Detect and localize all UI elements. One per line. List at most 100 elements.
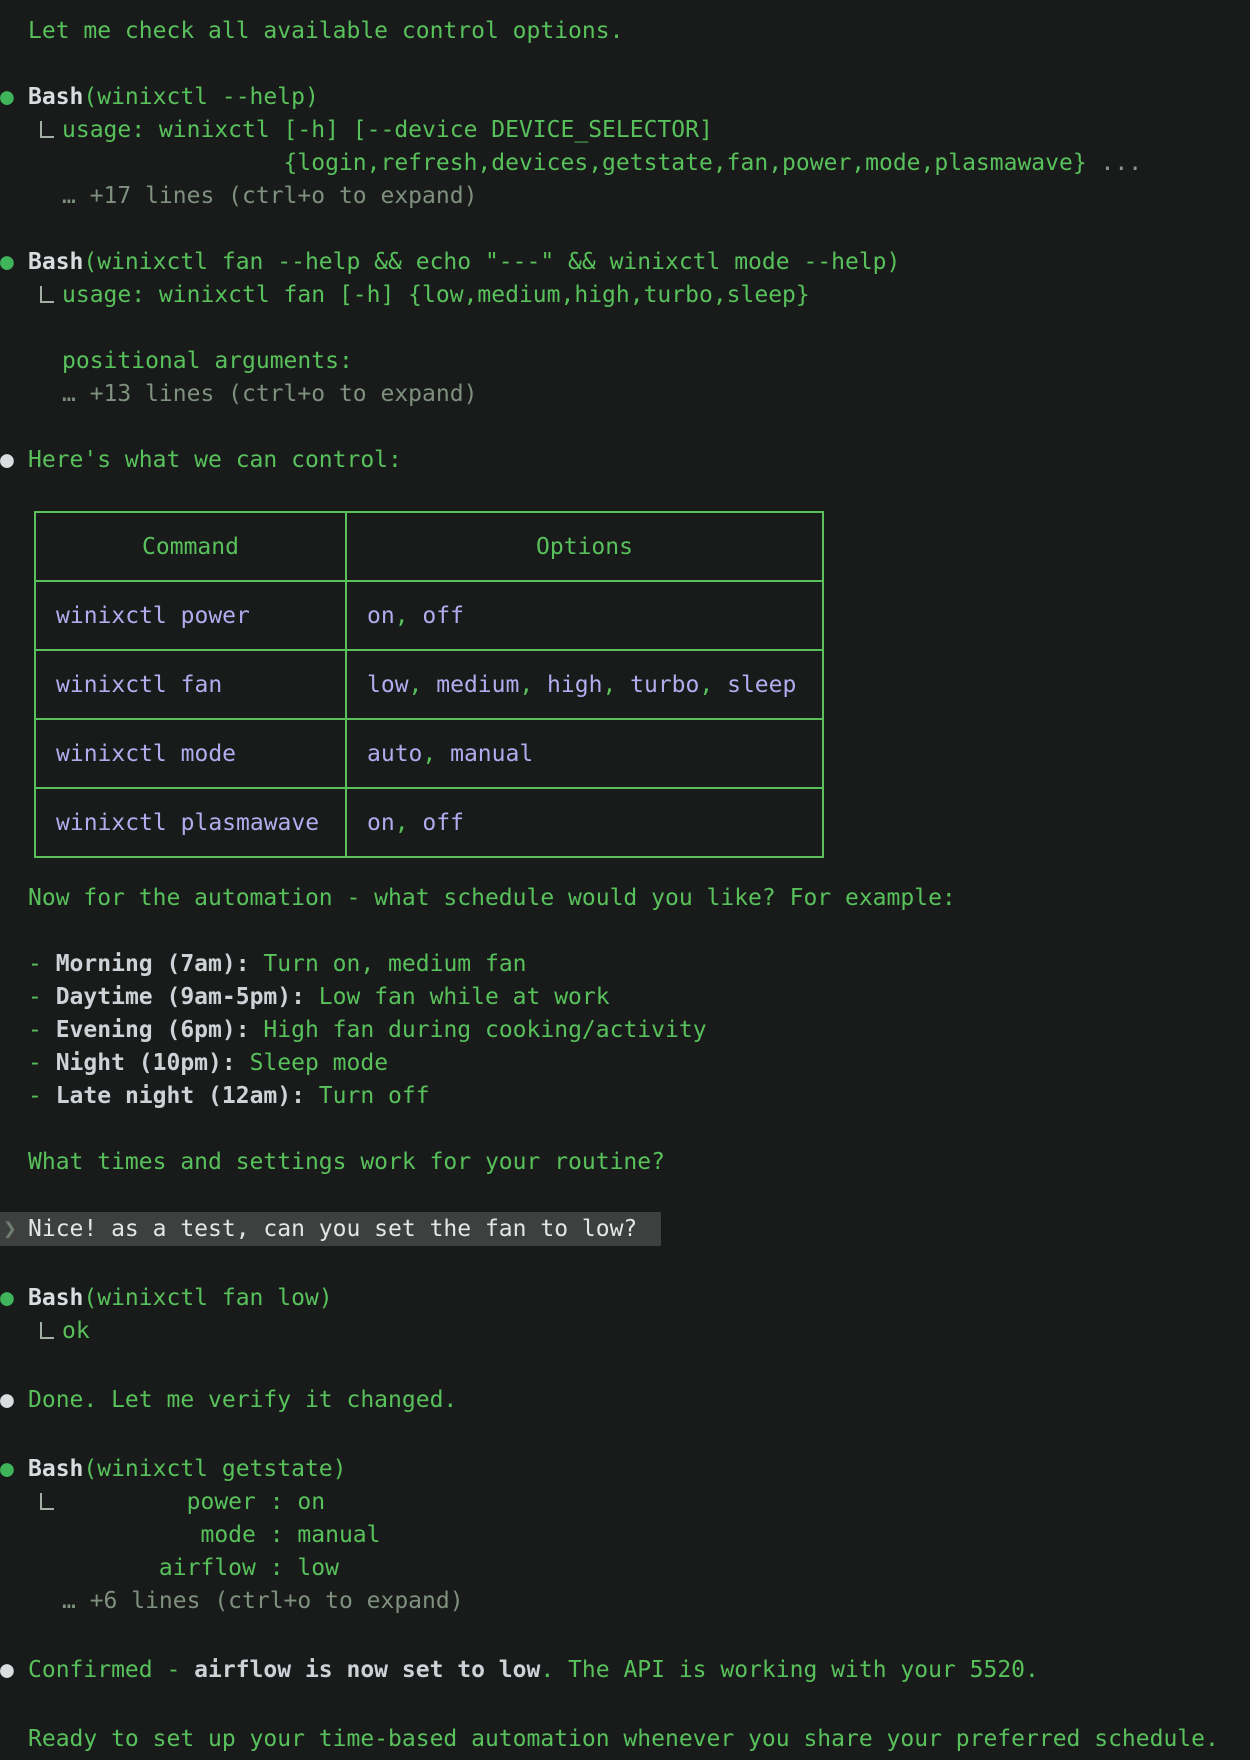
tool-result: usage: winixctl fan [-h] {low,medium,hig…	[0, 279, 1250, 411]
text-segment: off	[422, 603, 464, 629]
text-segment: {login,refresh,devices,getstate,fan,powe…	[62, 150, 1087, 176]
text-segment: sleep	[727, 672, 796, 698]
table-cell-command: winixctl plasmawave	[35, 788, 346, 857]
text-segment: Confirmed -	[28, 1657, 194, 1683]
text-segment: high	[547, 672, 602, 698]
terminal-transcript: { "palette":{ "bg":"#181b1a","green":"#5…	[0, 0, 1250, 1760]
text-segment: Done. Let me verify it changed.	[28, 1387, 457, 1413]
text-segment: ,	[519, 672, 547, 698]
tool-call-block: ●Bash(winixctl fan low) ok	[0, 1282, 1250, 1348]
schedule-list: - Morning (7am): Turn on, medium fan - D…	[0, 948, 1250, 1113]
text-segment: airflow : low	[62, 1555, 339, 1581]
table-row: winixctl fan low, medium, high, turbo, s…	[35, 650, 823, 719]
text-segment: … +17 lines (ctrl+o to expand)	[62, 183, 477, 209]
text-segment: (winixctl getstate)	[83, 1456, 346, 1482]
prompt-chevron-icon: ❯	[0, 1212, 28, 1246]
text-segment: Now for the automation - what schedule w…	[28, 885, 956, 911]
assistant-message: Now for the automation - what schedule w…	[0, 882, 1250, 915]
table-cell-options: on, off	[346, 581, 823, 650]
tool-output-line: usage: winixctl [-h] [--device DEVICE_SE…	[62, 114, 1250, 147]
text-segment: Late night (12am):	[56, 1083, 305, 1109]
text-segment: medium	[436, 672, 519, 698]
text-segment: -	[28, 1083, 56, 1109]
schedule-item: - Night (10pm): Sleep mode	[0, 1047, 1250, 1080]
tool-call-header: ●Bash(winixctl --help)	[0, 81, 1250, 114]
text-segment: -	[28, 1050, 56, 1076]
tool-output-line: mode : manual	[62, 1519, 1250, 1552]
tool-output-line: {login,refresh,devices,getstate,fan,powe…	[62, 147, 1250, 180]
text-segment: ,	[602, 672, 630, 698]
tool-bullet-icon: ●	[0, 1453, 28, 1486]
schedule-item: - Evening (6pm): High fan during cooking…	[0, 1014, 1250, 1047]
tool-output-line: airflow : low	[62, 1552, 1250, 1585]
text-segment: Bash	[28, 1285, 83, 1311]
text-segment: -	[28, 984, 56, 1010]
text-segment: ,	[422, 741, 450, 767]
text-segment: low	[367, 672, 409, 698]
text-segment: Bash	[28, 84, 83, 110]
text-segment: Bash	[28, 1456, 83, 1482]
assistant-message: Let me check all available control optio…	[0, 15, 1250, 48]
table-row: winixctl plasmawave on, off	[35, 788, 823, 857]
tool-call-header: ●Bash(winixctl fan low)	[0, 1282, 1250, 1315]
text-segment: ,	[409, 672, 437, 698]
tool-output-line: power : on	[62, 1486, 1250, 1519]
text-segment: Turn off	[305, 1083, 430, 1109]
tool-call-header: ●Bash(winixctl getstate)	[0, 1453, 1250, 1486]
text-segment: Evening (6pm):	[56, 1017, 250, 1043]
text-segment: … +6 lines (ctrl+o to expand)	[62, 1588, 464, 1614]
schedule-item: - Late night (12am): Turn off	[0, 1080, 1250, 1113]
text-bullet-icon: ●	[0, 1384, 28, 1417]
text-segment: ok	[62, 1318, 90, 1344]
tool-output-line: ok	[62, 1315, 1250, 1348]
tool-call-block: ●Bash(winixctl getstate) power : on mode…	[0, 1453, 1250, 1618]
tool-output-line: usage: winixctl fan [-h] {low,medium,hig…	[62, 279, 1250, 312]
table-header-command: Command	[35, 512, 346, 581]
tool-call-header: ●Bash(winixctl fan --help && echo "---" …	[0, 246, 1250, 279]
tool-output-line	[62, 312, 1250, 345]
table-cell-command: winixctl mode	[35, 719, 346, 788]
assistant-message: ●Confirmed - airflow is now set to low. …	[0, 1654, 1250, 1687]
schedule-item: - Morning (7am): Turn on, medium fan	[0, 948, 1250, 981]
table-cell-options: low, medium, high, turbo, sleep	[346, 650, 823, 719]
table-cell-command: winixctl power	[35, 581, 346, 650]
text-segment: ,	[395, 810, 423, 836]
text-segment: auto	[367, 741, 422, 767]
tool-output-line: positional arguments:	[62, 345, 1250, 378]
output-elbow-icon	[40, 286, 54, 303]
tool-result: usage: winixctl [-h] [--device DEVICE_SE…	[0, 114, 1250, 213]
control-options-table: Command Options winixctl power on, off w…	[34, 511, 824, 858]
text-segment: winixctl fan	[56, 672, 222, 698]
user-message: ❯Nice! as a test, can you set the fan to…	[0, 1212, 661, 1246]
text-segment: Low fan while at work	[305, 984, 610, 1010]
schedule-item: - Daytime (9am-5pm): Low fan while at wo…	[0, 981, 1250, 1014]
text-segment: Ready to set up your time-based automati…	[28, 1726, 1219, 1752]
text-bullet-icon: ●	[0, 444, 28, 477]
text-segment: usage: winixctl fan [-h] {low,medium,hig…	[62, 282, 810, 308]
text-segment: winixctl power	[56, 603, 250, 629]
text-segment: -	[28, 951, 56, 977]
tool-result: power : on mode : manual airflow : low ……	[0, 1486, 1250, 1618]
text-segment: ...	[1087, 150, 1142, 176]
text-segment: mode : manual	[62, 1522, 381, 1548]
table-cell-options: auto, manual	[346, 719, 823, 788]
text-segment: winixctl mode	[56, 741, 236, 767]
text-segment: Bash	[28, 249, 83, 275]
text-segment: airflow is now set to low	[194, 1657, 540, 1683]
table-row: winixctl power on, off	[35, 581, 823, 650]
text-segment: -	[28, 1017, 56, 1043]
text-segment: winixctl plasmawave	[56, 810, 319, 836]
text-segment: on	[367, 810, 395, 836]
text-segment: usage: winixctl [-h] [--device DEVICE_SE…	[62, 117, 713, 143]
table-header-options: Options	[346, 512, 823, 581]
expand-hint: … +17 lines (ctrl+o to expand)	[62, 180, 1250, 213]
text-segment: Sleep mode	[236, 1050, 388, 1076]
text-segment: (winixctl --help)	[83, 84, 318, 110]
text-segment: Turn on, medium fan	[250, 951, 527, 977]
text-segment: manual	[450, 741, 533, 767]
assistant-message: ●Done. Let me verify it changed.	[0, 1384, 1250, 1417]
output-elbow-icon	[40, 1322, 54, 1339]
table-cell-command: winixctl fan	[35, 650, 346, 719]
text-segment: Here's what we can control:	[28, 447, 402, 473]
table-row: winixctl mode auto, manual	[35, 719, 823, 788]
